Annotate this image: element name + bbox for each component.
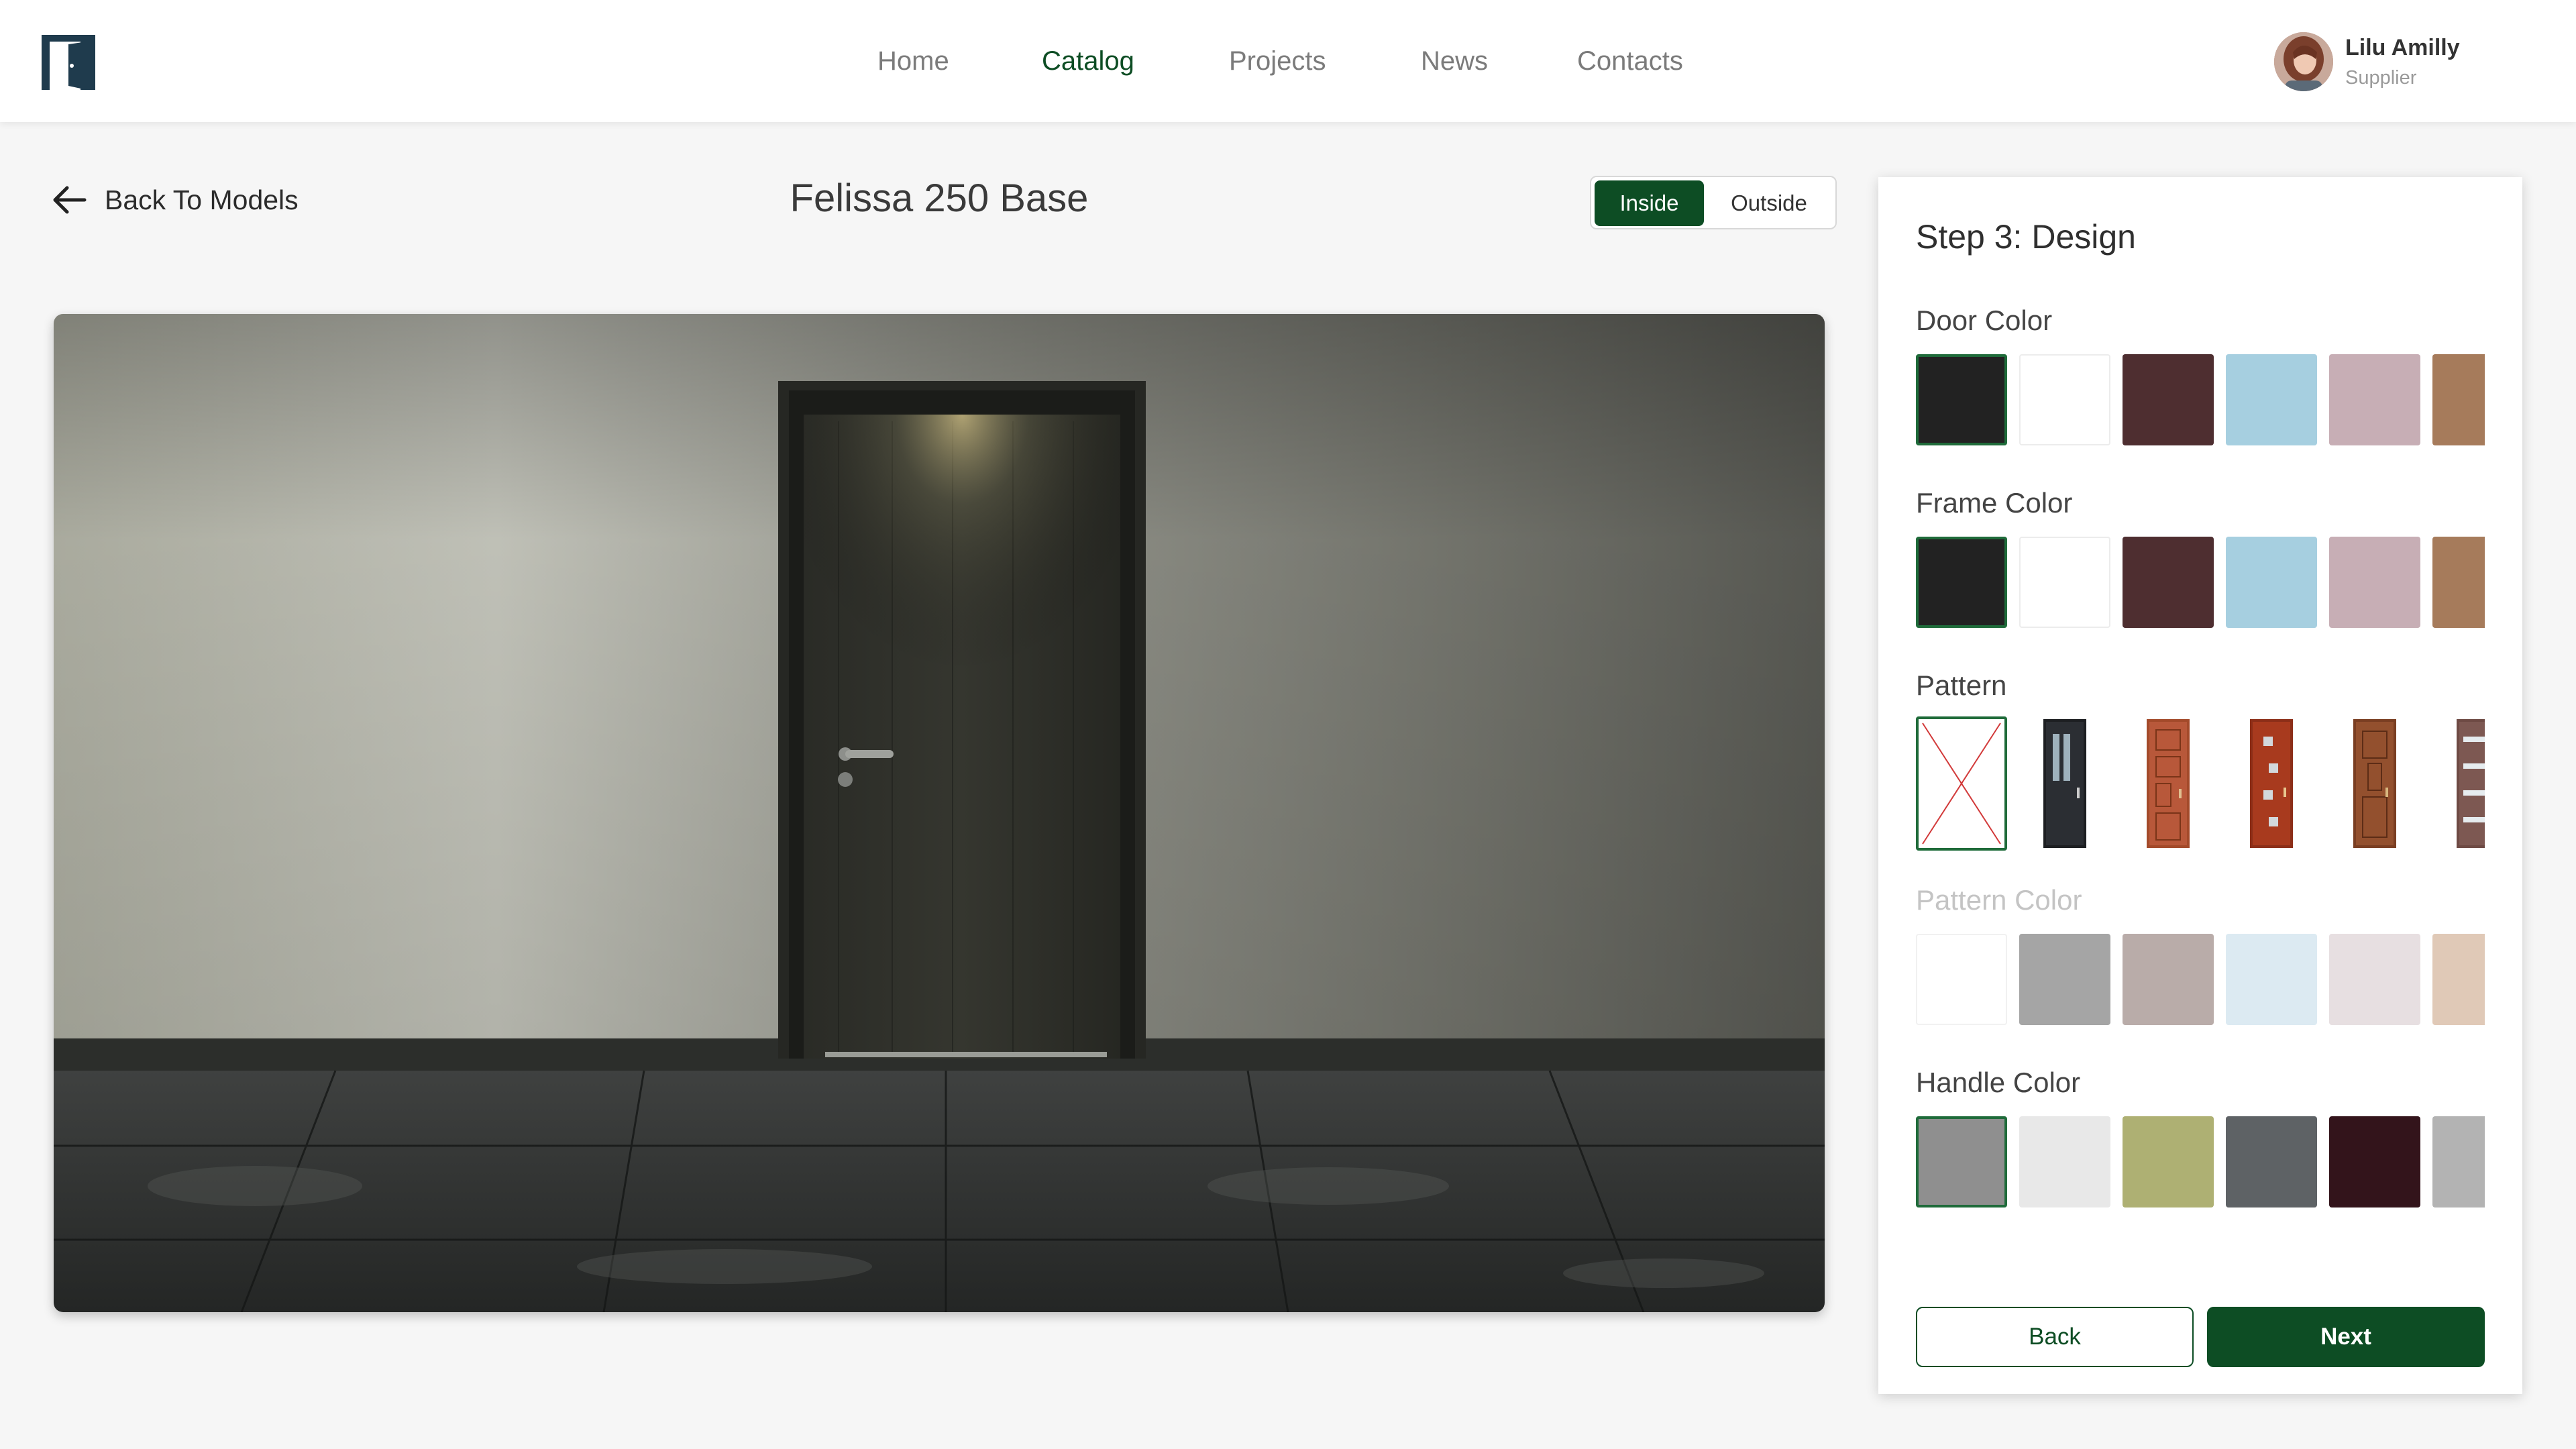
back-to-models-link[interactable]: Back To Models — [50, 180, 299, 220]
nav-news[interactable]: News — [1421, 44, 1488, 78]
nav-home[interactable]: Home — [877, 44, 949, 78]
user-profile[interactable]: Lilu Amilly Supplier — [2274, 32, 2502, 93]
pattern-color-swatch-gray — [2019, 934, 2110, 1025]
door-color-swatch-mauve[interactable] — [2329, 354, 2420, 445]
model-title: Felissa 250 Base — [790, 176, 1089, 220]
door-color-swatch-light-blue[interactable] — [2226, 354, 2317, 445]
toggle-outside[interactable]: Outside — [1705, 180, 1833, 226]
toggle-inside[interactable]: Inside — [1595, 180, 1704, 226]
back-button[interactable]: Back — [1916, 1307, 2194, 1367]
avatar[interactable] — [2274, 32, 2333, 91]
frame-color-swatch-black[interactable] — [1916, 537, 2007, 628]
door-preview-image — [54, 314, 1825, 1312]
inside-outside-toggle: Inside Outside — [1590, 176, 1837, 229]
frame-color-swatches — [1916, 537, 2485, 631]
handle-color-swatch-light-gray[interactable] — [2019, 1116, 2110, 1208]
frame-color-swatch-white[interactable] — [2019, 537, 2110, 628]
raised-panel-door-icon[interactable] — [2329, 716, 2420, 851]
geometric-panel-door-icon[interactable] — [2123, 716, 2214, 851]
frame-color-swatch-tan[interactable] — [2432, 537, 2485, 628]
handle-color-swatch-olive[interactable] — [2123, 1116, 2214, 1208]
door-color-swatch-black[interactable] — [1916, 354, 2007, 445]
square-inset-door-icon[interactable] — [2226, 716, 2317, 851]
pattern-color-swatch-beige — [2432, 934, 2485, 1025]
frame-color-swatch-mahogany[interactable] — [2123, 537, 2214, 628]
pattern-color-swatch-pale-blue — [2226, 934, 2317, 1025]
nav-projects[interactable]: Projects — [1229, 44, 1326, 78]
frame-color-swatch-mauve[interactable] — [2329, 537, 2420, 628]
user-name: Lilu Amilly — [2345, 35, 2460, 60]
nav-contacts[interactable]: Contacts — [1577, 44, 1683, 78]
pattern-color-swatch-taupe — [2123, 934, 2214, 1025]
no-pattern-icon[interactable] — [1916, 716, 2007, 851]
handle-color-label: Handle Color — [1916, 1067, 2081, 1098]
design-panel: Step 3: Design Door Color Frame Color Pa… — [1878, 177, 2522, 1394]
door-color-swatch-mahogany[interactable] — [2123, 354, 2214, 445]
door-color-swatch-white[interactable] — [2019, 354, 2110, 445]
pattern-color-swatch-white — [1916, 934, 2007, 1025]
pattern-color-swatches — [1916, 934, 2485, 1028]
frame-color-label: Frame Color — [1916, 487, 2073, 519]
step-title: Step 3: Design — [1916, 218, 2136, 256]
door-color-label: Door Color — [1916, 305, 2053, 336]
pattern-color-swatch-pale-pink — [2329, 934, 2420, 1025]
back-to-models-label: Back To Models — [105, 184, 299, 215]
next-button[interactable]: Next — [2207, 1307, 2485, 1367]
handle-color-swatches — [1916, 1116, 2485, 1210]
pattern-label: Pattern — [1916, 669, 2007, 701]
handle-color-swatch-dark-burgundy[interactable] — [2329, 1116, 2420, 1208]
handle-color-swatch-graphite[interactable] — [2226, 1116, 2317, 1208]
door-color-swatches — [1916, 354, 2485, 448]
pattern-options — [1916, 716, 2485, 853]
stripe-glass-door-icon[interactable] — [2432, 716, 2485, 851]
pattern-color-label: Pattern Color — [1916, 884, 2082, 916]
top-navigation-bar: Home Catalog Projects News Contacts Lilu… — [0, 0, 2576, 122]
handle-color-swatch-silver[interactable] — [2432, 1116, 2485, 1208]
handle-color-swatch-gray[interactable] — [1916, 1116, 2007, 1208]
main-nav: Home Catalog Projects News Contacts — [0, 0, 2576, 122]
glass-panel-door-icon[interactable] — [2019, 716, 2110, 851]
nav-catalog[interactable]: Catalog — [1042, 44, 1134, 78]
user-role: Supplier — [2345, 67, 2417, 89]
frame-color-swatch-light-blue[interactable] — [2226, 537, 2317, 628]
arrow-left-icon — [53, 186, 87, 214]
door-color-swatch-tan[interactable] — [2432, 354, 2485, 445]
